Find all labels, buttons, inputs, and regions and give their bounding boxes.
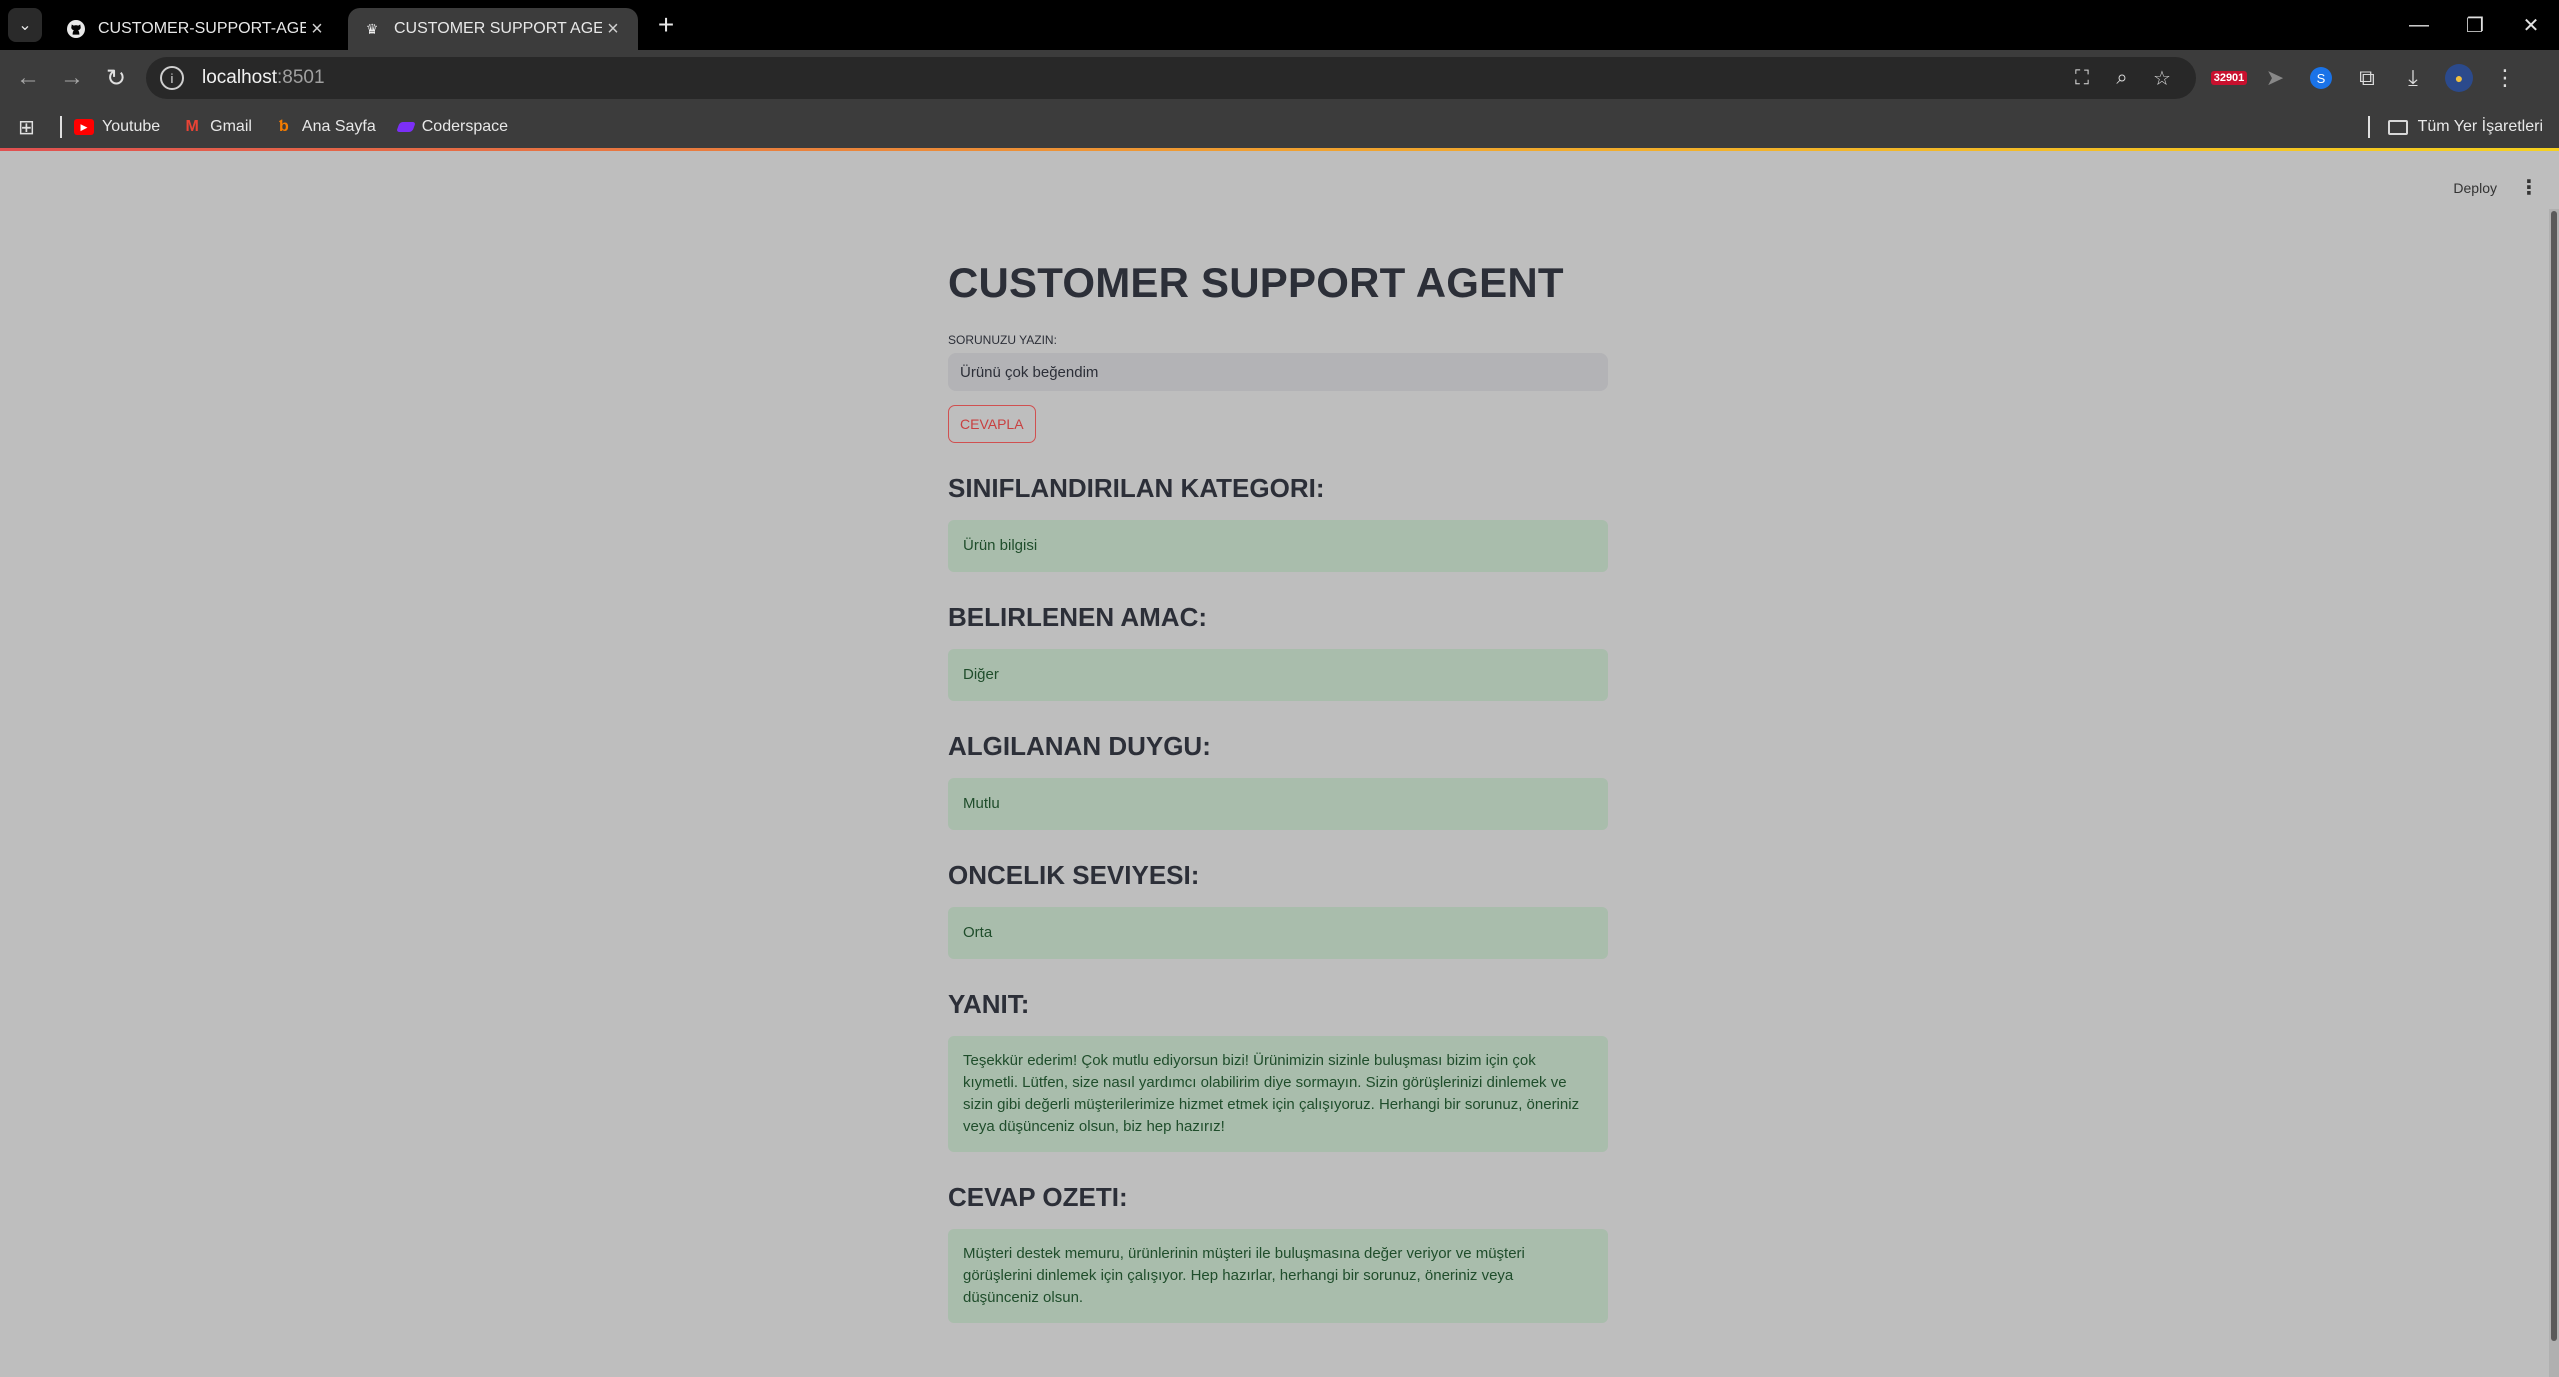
gmail-icon: M bbox=[185, 118, 199, 135]
restore-icon[interactable]: ❐ bbox=[2447, 0, 2503, 50]
forward-arrow-icon[interactable]: → bbox=[50, 56, 94, 100]
close-tab-icon[interactable]: × bbox=[602, 18, 624, 40]
bookmark-separator bbox=[60, 116, 62, 138]
tab-search-chevron-icon[interactable]: ⌄ bbox=[8, 8, 42, 42]
browser-tab-github[interactable]: CUSTOMER-SUPPORT-AGENT/i × bbox=[52, 8, 342, 50]
extension-arrow-icon[interactable]: ➤ bbox=[2252, 56, 2298, 100]
bookmark-ana-sayfa[interactable]: ƅ Ana Sayfa bbox=[274, 118, 376, 136]
extensions-puzzle-icon[interactable]: ⧉ bbox=[2344, 56, 2390, 100]
extension-blue-icon[interactable]: S bbox=[2298, 56, 2344, 100]
question-input-label: SORUNUZU YAZIN: bbox=[948, 333, 1057, 347]
bookmark-label: Gmail bbox=[210, 118, 252, 135]
bookmark-label: Coderspace bbox=[421, 118, 509, 135]
extension-badge: 32901 bbox=[2210, 71, 2248, 85]
bookmark-label: Youtube bbox=[102, 118, 161, 135]
site-info-icon[interactable]: i bbox=[160, 66, 184, 90]
close-tab-icon[interactable]: × bbox=[306, 18, 328, 40]
extension-counter-icon[interactable]: 32901 bbox=[2206, 56, 2252, 100]
bookmark-separator bbox=[2367, 116, 2370, 138]
ana-sayfa-icon: ƅ bbox=[279, 118, 289, 135]
window-controls: — ❐ ✕ bbox=[2391, 0, 2559, 50]
response-result: Teşekkür ederim! Çok mutlu ediyorsun biz… bbox=[948, 1036, 1608, 1152]
bookmark-label: Ana Sayfa bbox=[301, 118, 376, 135]
bookmark-youtube[interactable]: ▶ Youtube bbox=[74, 118, 160, 136]
browser-toolbar: ← → ↻ i localhost:8501 ⛶ ⌕ ☆ 32901 ➤ S ⧉… bbox=[0, 50, 2559, 106]
all-bookmarks-label: Tüm Yer İşaretleri bbox=[2417, 118, 2543, 135]
intent-heading: BELIRLENEN AMAC: bbox=[948, 602, 1208, 632]
streamlit-crown-icon: ♛ bbox=[365, 20, 379, 37]
browser-tab-streamlit[interactable]: ♛ CUSTOMER SUPPORT AGENT × bbox=[348, 8, 638, 50]
download-icon[interactable]: ⤓ bbox=[2390, 56, 2436, 100]
back-arrow-icon[interactable]: ← bbox=[6, 56, 50, 100]
url-host: localhost bbox=[202, 67, 277, 88]
minimize-icon[interactable]: — bbox=[2391, 0, 2447, 50]
page-title: CUSTOMER SUPPORT AGENT bbox=[948, 259, 1564, 306]
bookmark-star-icon[interactable]: ☆ bbox=[2142, 66, 2182, 91]
priority-heading: ONCELIK SEVIYESI: bbox=[948, 860, 1200, 890]
main-content: CUSTOMER SUPPORT AGENT SORUNUZU YAZIN: Ü… bbox=[948, 259, 1608, 1323]
bookmarks-bar: ⊞ ▶ Youtube M Gmail ƅ Ana Sayfa Coderspa… bbox=[0, 106, 2559, 148]
all-bookmarks[interactable]: Tüm Yer İşaretleri bbox=[2367, 106, 2543, 148]
deploy-button[interactable]: Deploy bbox=[2453, 180, 2497, 196]
category-heading: SINIFLANDIRILAN KATEGORI: bbox=[948, 473, 1325, 503]
github-icon bbox=[66, 19, 86, 39]
folder-icon bbox=[2387, 119, 2408, 135]
youtube-icon: ▶ bbox=[74, 119, 94, 135]
summary-heading: CEVAP OZETI: bbox=[948, 1182, 1128, 1212]
window-close-icon[interactable]: ✕ bbox=[2503, 0, 2559, 50]
reload-icon[interactable]: ↻ bbox=[94, 56, 138, 100]
browser-menu-icon[interactable]: ⋮ bbox=[2482, 56, 2528, 100]
response-heading: YANIT: bbox=[948, 989, 1030, 1019]
tab-title: CUSTOMER-SUPPORT-AGENT/i bbox=[98, 20, 306, 37]
extensions-area: 32901 ➤ S ⧉ ⤓ ● ⋮ bbox=[2206, 56, 2528, 100]
app-header: Deploy ⋮ bbox=[2453, 175, 2539, 200]
translate-icon[interactable]: ⛶ bbox=[2062, 67, 2102, 90]
new-tab-plus-icon[interactable]: + bbox=[648, 7, 684, 43]
scrollbar-thumb[interactable] bbox=[2551, 211, 2557, 1341]
summary-result: Müşteri destek memuru, ürünlerinin müşte… bbox=[948, 1229, 1608, 1323]
category-result: Ürün bilgisi bbox=[948, 520, 1608, 572]
profile-avatar[interactable]: ● bbox=[2436, 56, 2482, 100]
app-menu-icon[interactable]: ⋮ bbox=[2519, 175, 2539, 200]
sentiment-heading: ALGILANAN DUYGU: bbox=[948, 731, 1211, 761]
zoom-icon[interactable]: ⌕ bbox=[2102, 67, 2142, 90]
sentiment-result: Mutlu bbox=[948, 778, 1608, 830]
bookmark-coderspace[interactable]: Coderspace bbox=[395, 118, 509, 136]
bookmark-gmail[interactable]: M Gmail bbox=[182, 118, 252, 136]
cevapla-button[interactable]: CEVAPLA bbox=[948, 405, 1036, 443]
tab-title: CUSTOMER SUPPORT AGENT bbox=[394, 20, 602, 37]
intent-result: Diğer bbox=[948, 649, 1608, 701]
question-input[interactable]: Ürünü çok beğendim bbox=[948, 353, 1608, 391]
url-port: :8501 bbox=[277, 67, 325, 88]
browser-tab-bar: ⌄ CUSTOMER-SUPPORT-AGENT/i × ♛ CUSTOMER … bbox=[0, 0, 2559, 50]
coderspace-icon bbox=[395, 122, 416, 132]
app-container: Deploy ⋮ CUSTOMER SUPPORT AGENT SORUNUZU… bbox=[0, 151, 2559, 1377]
priority-result: Orta bbox=[948, 907, 1608, 959]
address-bar[interactable]: i localhost:8501 ⛶ ⌕ ☆ bbox=[146, 57, 2196, 99]
apps-grid-icon[interactable]: ⊞ bbox=[18, 115, 48, 140]
